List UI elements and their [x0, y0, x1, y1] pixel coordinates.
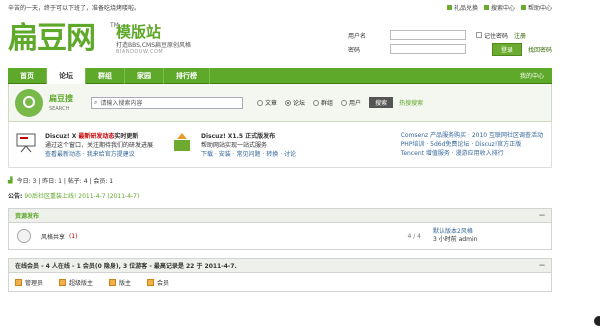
checkbox-icon	[476, 32, 482, 38]
notice-label: 公告:	[8, 193, 23, 200]
radio-icon	[341, 99, 348, 106]
help-icon	[520, 4, 526, 10]
site-domain: BIANDOUW.COM	[116, 49, 164, 55]
main-nav: 首页 论坛 群组 家园 排行榜 我的中心	[8, 67, 552, 84]
radio-icon	[257, 99, 263, 106]
welcome-tip: 辛苦的一天，终于可以下班了，准备吃烧烤喽啦。	[8, 4, 141, 12]
search-icon: ⌕	[94, 98, 98, 106]
floating-button[interactable]	[594, 316, 600, 326]
promo-dev: Discuz! X 最新研发动态实时更新 通过这个窗口，关注期待我们的研发进展 …	[9, 131, 153, 158]
section-title[interactable]: 资源发布	[15, 211, 39, 220]
site-name: 模版站	[116, 23, 162, 41]
nav-home[interactable]: 首页	[8, 67, 47, 84]
search-type-options: 文章 论坛 群组 用户	[257, 98, 361, 107]
announcement: 公告: 90后社区重装上线! 2011-4-7 (2011-4-7)	[8, 191, 552, 200]
username-label: 用户名	[348, 32, 367, 40]
promo-bar: Discuz! X 最新研发动态实时更新 通过这个窗口，关注期待我们的研发进展 …	[8, 122, 552, 168]
radio-selected-icon	[285, 99, 292, 106]
nav-ranking[interactable]: 排行榜	[164, 67, 210, 84]
forum-post-count: 4 / 4	[407, 232, 421, 240]
collapse-icon[interactable]: —	[539, 262, 545, 269]
collapse-icon[interactable]: —	[539, 212, 545, 219]
radio-icon	[313, 99, 320, 106]
promo-right-links: Comsenz 产品服务购买 · 2010 互联网社区调查活动 PHP培训 · …	[400, 132, 543, 157]
super-mod-icon	[59, 278, 67, 286]
convert-link[interactable]: 转换	[266, 151, 278, 158]
search-placeholder: 请输入搜索内容	[100, 100, 143, 107]
login-form: 用户名 记住密码 注册 密码 登录 找回密码	[348, 28, 552, 56]
site-logo[interactable]: 扁豆网 TM	[8, 20, 119, 58]
option-forum[interactable]: 论坛	[285, 98, 305, 107]
brand-block: 模版站 打造BBS,CMS扁豆原创风格 BIANDOUW.COM	[116, 24, 191, 55]
remember-checkbox[interactable]: 记住密码	[476, 31, 508, 40]
moderator-icon	[109, 278, 117, 286]
page: 辛苦的一天，终于可以下班了，准备吃烧烤喽啦。 礼品兑换 搜索中心 帮助中心 扁豆…	[8, 0, 552, 292]
stats-icon: ▟	[8, 177, 13, 184]
search-center-icon	[483, 4, 489, 10]
promo-release: Discuz! X1.5 正式版发布 帮助网站实现一站式服务 下载 · 安装 ·…	[165, 131, 296, 158]
password-label: 密码	[348, 46, 361, 54]
gift-link[interactable]: 礼品兑换	[446, 3, 478, 12]
discuss-link[interactable]: 讨论	[284, 151, 296, 158]
online-title[interactable]: 在线会员 - 4 人在线 - 1 会员(0 隐身), 3 位游客 - 最高记录是…	[15, 261, 237, 270]
search-title: 扁豆搜 SEARCH	[49, 94, 73, 112]
faq-link[interactable]: 常见问题	[237, 151, 261, 158]
role-legend: 管理员 超级版主 版主 会员	[9, 273, 551, 291]
search-center-link[interactable]: 搜索中心	[483, 3, 515, 12]
presentation-icon	[16, 133, 36, 153]
site-tagline: 打造BBS,CMS扁豆原创风格	[116, 42, 192, 49]
magnifier-icon	[15, 88, 43, 117]
forum-stats: ▟ 今日: 3 | 昨日: 1 | 帖子: 4 | 会员: 1	[8, 177, 114, 185]
nav-forum[interactable]: 论坛	[47, 67, 86, 84]
password-input[interactable]	[389, 44, 466, 54]
top-links: 礼品兑换 搜索中心 帮助中心	[446, 3, 552, 12]
my-center-link[interactable]: 我的中心	[520, 71, 552, 80]
suggest-link[interactable]: 我来给官方提建议	[87, 151, 135, 158]
forum-new-count: (1)	[69, 232, 78, 240]
forum-row: 风格共享 (1) 4 / 4 默认版本2风格 3 小时前 admin	[9, 223, 551, 249]
hot-search-link[interactable]: 热搜搜索	[399, 98, 423, 107]
logo-text: 扁豆网	[8, 21, 96, 56]
last-post-title[interactable]: 默认版本2风格	[433, 228, 473, 235]
gift-icon	[446, 4, 452, 10]
help-center-link[interactable]: 帮助中心	[520, 3, 552, 12]
option-article[interactable]: 文章	[257, 98, 277, 107]
online-section: 在线会员 - 4 人在线 - 1 会员(0 隐身), 3 位游客 - 最高记录是…	[8, 258, 552, 292]
search-button[interactable]: 搜索	[369, 97, 394, 108]
search-bar: 扁豆搜 SEARCH ⌕ 请输入搜索内容 文章 论坛 群组 用户 搜索 热搜搜索	[8, 84, 552, 122]
forum-name[interactable]: 风格共享	[41, 232, 65, 241]
download-link[interactable]: 下载	[201, 151, 213, 158]
nav-groups[interactable]: 群组	[86, 67, 125, 84]
register-link[interactable]: 注册	[514, 31, 526, 40]
forgot-password-link[interactable]: 找回密码	[528, 45, 552, 54]
last-post: 默认版本2风格 3 小时前 admin	[433, 228, 543, 244]
option-group[interactable]: 群组	[313, 98, 333, 107]
resource-section: 资源发布 — 风格共享 (1) 4 / 4 默认版本2风格 3 小时前 admi…	[8, 208, 552, 250]
install-link[interactable]: 安装	[219, 151, 231, 158]
forum-icon	[17, 229, 31, 243]
top-bar: 辛苦的一天，终于可以下班了，准备吃烧烤喽啦。 礼品兑换 搜索中心 帮助中心	[8, 0, 552, 14]
header: 扁豆网 TM 模版站 打造BBS,CMS扁豆原创风格 BIANDOUW.COM …	[8, 14, 552, 68]
download-box-icon	[174, 133, 191, 151]
notice-link[interactable]: 90后社区重装上线! 2011-4-7 (2011-4-7)	[24, 193, 139, 200]
nav-home-space[interactable]: 家园	[125, 67, 164, 84]
member-icon	[147, 278, 155, 286]
last-post-meta: 3 小时前 admin	[433, 236, 478, 243]
admin-icon	[15, 278, 22, 286]
username-input[interactable]	[390, 30, 466, 40]
latest-news-link[interactable]: 查看最新动态	[45, 151, 81, 158]
login-button[interactable]: 登录	[491, 42, 522, 56]
option-user[interactable]: 用户	[341, 98, 361, 107]
search-input[interactable]: ⌕ 请输入搜索内容	[91, 96, 243, 109]
